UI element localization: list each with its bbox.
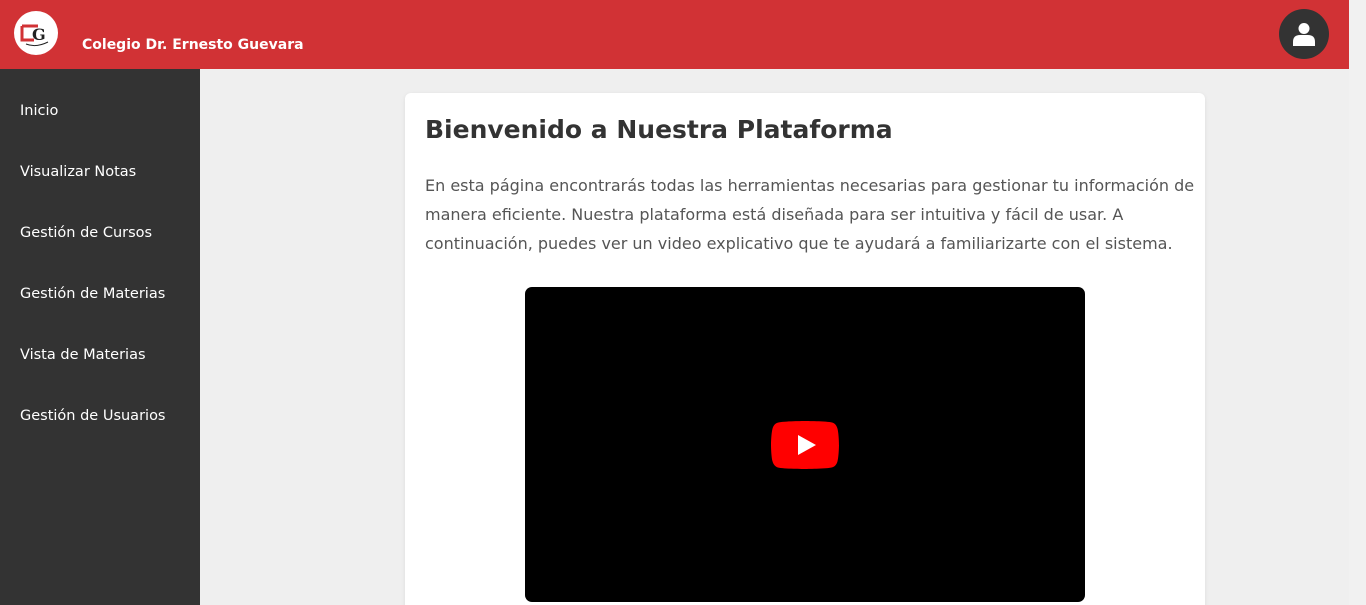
sidebar-item-gestion-materias[interactable]: Gestión de Materias <box>0 263 200 324</box>
sidebar: Inicio Visualizar Notas Gestión de Curso… <box>0 69 200 605</box>
welcome-description: En esta página encontrarás todas las her… <box>425 176 1195 253</box>
welcome-card: Bienvenido a Nuestra Plataforma En esta … <box>405 93 1205 605</box>
youtube-play-icon[interactable] <box>771 421 839 469</box>
sidebar-item-label: Inicio <box>20 102 59 119</box>
sidebar-item-visualizar-notas[interactable]: Visualizar Notas <box>0 141 200 202</box>
sidebar-item-gestion-usuarios[interactable]: Gestión de Usuarios <box>0 385 200 446</box>
sidebar-item-gestion-cursos[interactable]: Gestión de Cursos <box>0 202 200 263</box>
page-title: Bienvenido a Nuestra Plataforma <box>425 115 893 144</box>
sidebar-item-vista-materias[interactable]: Vista de Materias <box>0 324 200 385</box>
svg-text:G: G <box>32 25 46 44</box>
sidebar-item-label: Visualizar Notas <box>20 163 137 180</box>
page: G Colegio Dr. Ernesto Guevara Inicio Vis… <box>0 0 1366 605</box>
top-header: G Colegio Dr. Ernesto Guevara <box>0 0 1349 69</box>
user-icon[interactable] <box>1279 9 1329 59</box>
sidebar-item-label: Gestión de Usuarios <box>20 407 166 424</box>
sidebar-item-label: Gestión de Materias <box>20 285 166 302</box>
sidebar-item-label: Vista de Materias <box>20 346 146 363</box>
vertical-scrollbar[interactable] <box>1349 0 1366 605</box>
school-name: Colegio Dr. Ernesto Guevara <box>82 37 304 53</box>
school-logo-icon[interactable]: G <box>14 11 58 55</box>
sidebar-item-inicio[interactable]: Inicio <box>0 80 200 141</box>
sidebar-item-label: Gestión de Cursos <box>20 224 153 241</box>
video-player[interactable] <box>525 287 1085 602</box>
